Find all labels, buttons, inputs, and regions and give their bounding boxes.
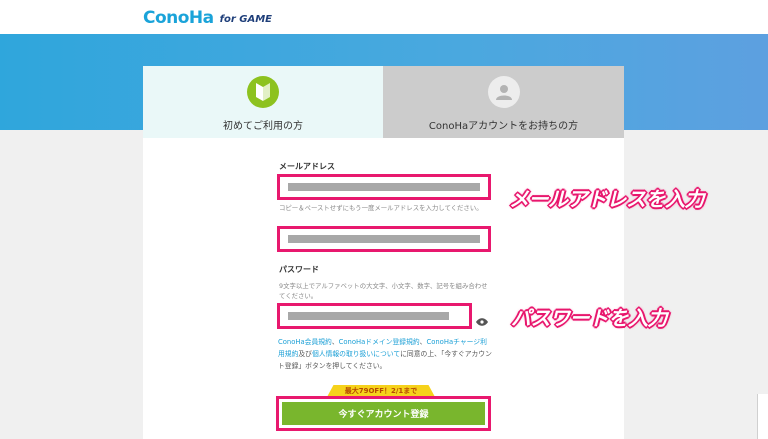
password-input[interactable] (277, 303, 472, 329)
logo-sub-text: for GAME (219, 14, 273, 25)
email-input[interactable] (277, 174, 491, 200)
email-input-value (288, 183, 480, 191)
password-input-value (288, 312, 449, 320)
terms-agreement-text: ConoHa会員規約、ConoHaドメイン登録規約、ConoHaチャージ利用規約… (278, 336, 492, 372)
terms-separator: 、 (331, 338, 339, 346)
beginner-mark-icon (247, 76, 279, 108)
tab-existing-account[interactable]: ConoHaアカウントをお持ちの方 (383, 66, 624, 138)
user-icon (487, 76, 520, 108)
password-hint: 9文字以上でアルファベットの大文字、小文字、数字、記号を組み合わせてください。 (279, 282, 488, 300)
password-annotation: パスワードを入力 (511, 306, 668, 330)
tab-existing-account-label: ConoHaアカウントをお持ちの方 (428, 121, 579, 132)
link-privacy-policy[interactable]: 個人情報の取り扱いについて (312, 350, 400, 358)
email-annotation: メールアドレスを入力 (509, 187, 705, 211)
site-header: ConoHa for GAME (0, 0, 768, 35)
page-scrollbar[interactable] (757, 394, 768, 439)
email-confirm-input[interactable] (277, 226, 491, 252)
logo-main-text: ConoHa (143, 8, 214, 28)
submit-button-frame: 今すぐアカウント登録 (276, 396, 491, 431)
conoha-logo[interactable]: ConoHa for GAME (143, 4, 272, 28)
show-password-eye-icon[interactable] (476, 311, 488, 326)
tab-new-user[interactable]: 初めてご利用の方 (143, 66, 383, 138)
password-label: パスワード (279, 265, 319, 274)
email-confirm-input-value (288, 235, 480, 243)
terms-separator: 及び (298, 350, 312, 358)
link-domain-terms[interactable]: ConoHaドメイン登録規約 (339, 338, 420, 346)
email-label: メールアドレス (279, 162, 335, 171)
tab-new-user-label: 初めてご利用の方 (223, 121, 303, 132)
submit-register-button[interactable]: 今すぐアカウント登録 (282, 402, 485, 425)
email-confirm-hint: コピー＆ペーストせずにもう一度メールアドレスを入力してください。 (279, 204, 483, 212)
link-member-terms[interactable]: ConoHa会員規約 (278, 338, 332, 346)
